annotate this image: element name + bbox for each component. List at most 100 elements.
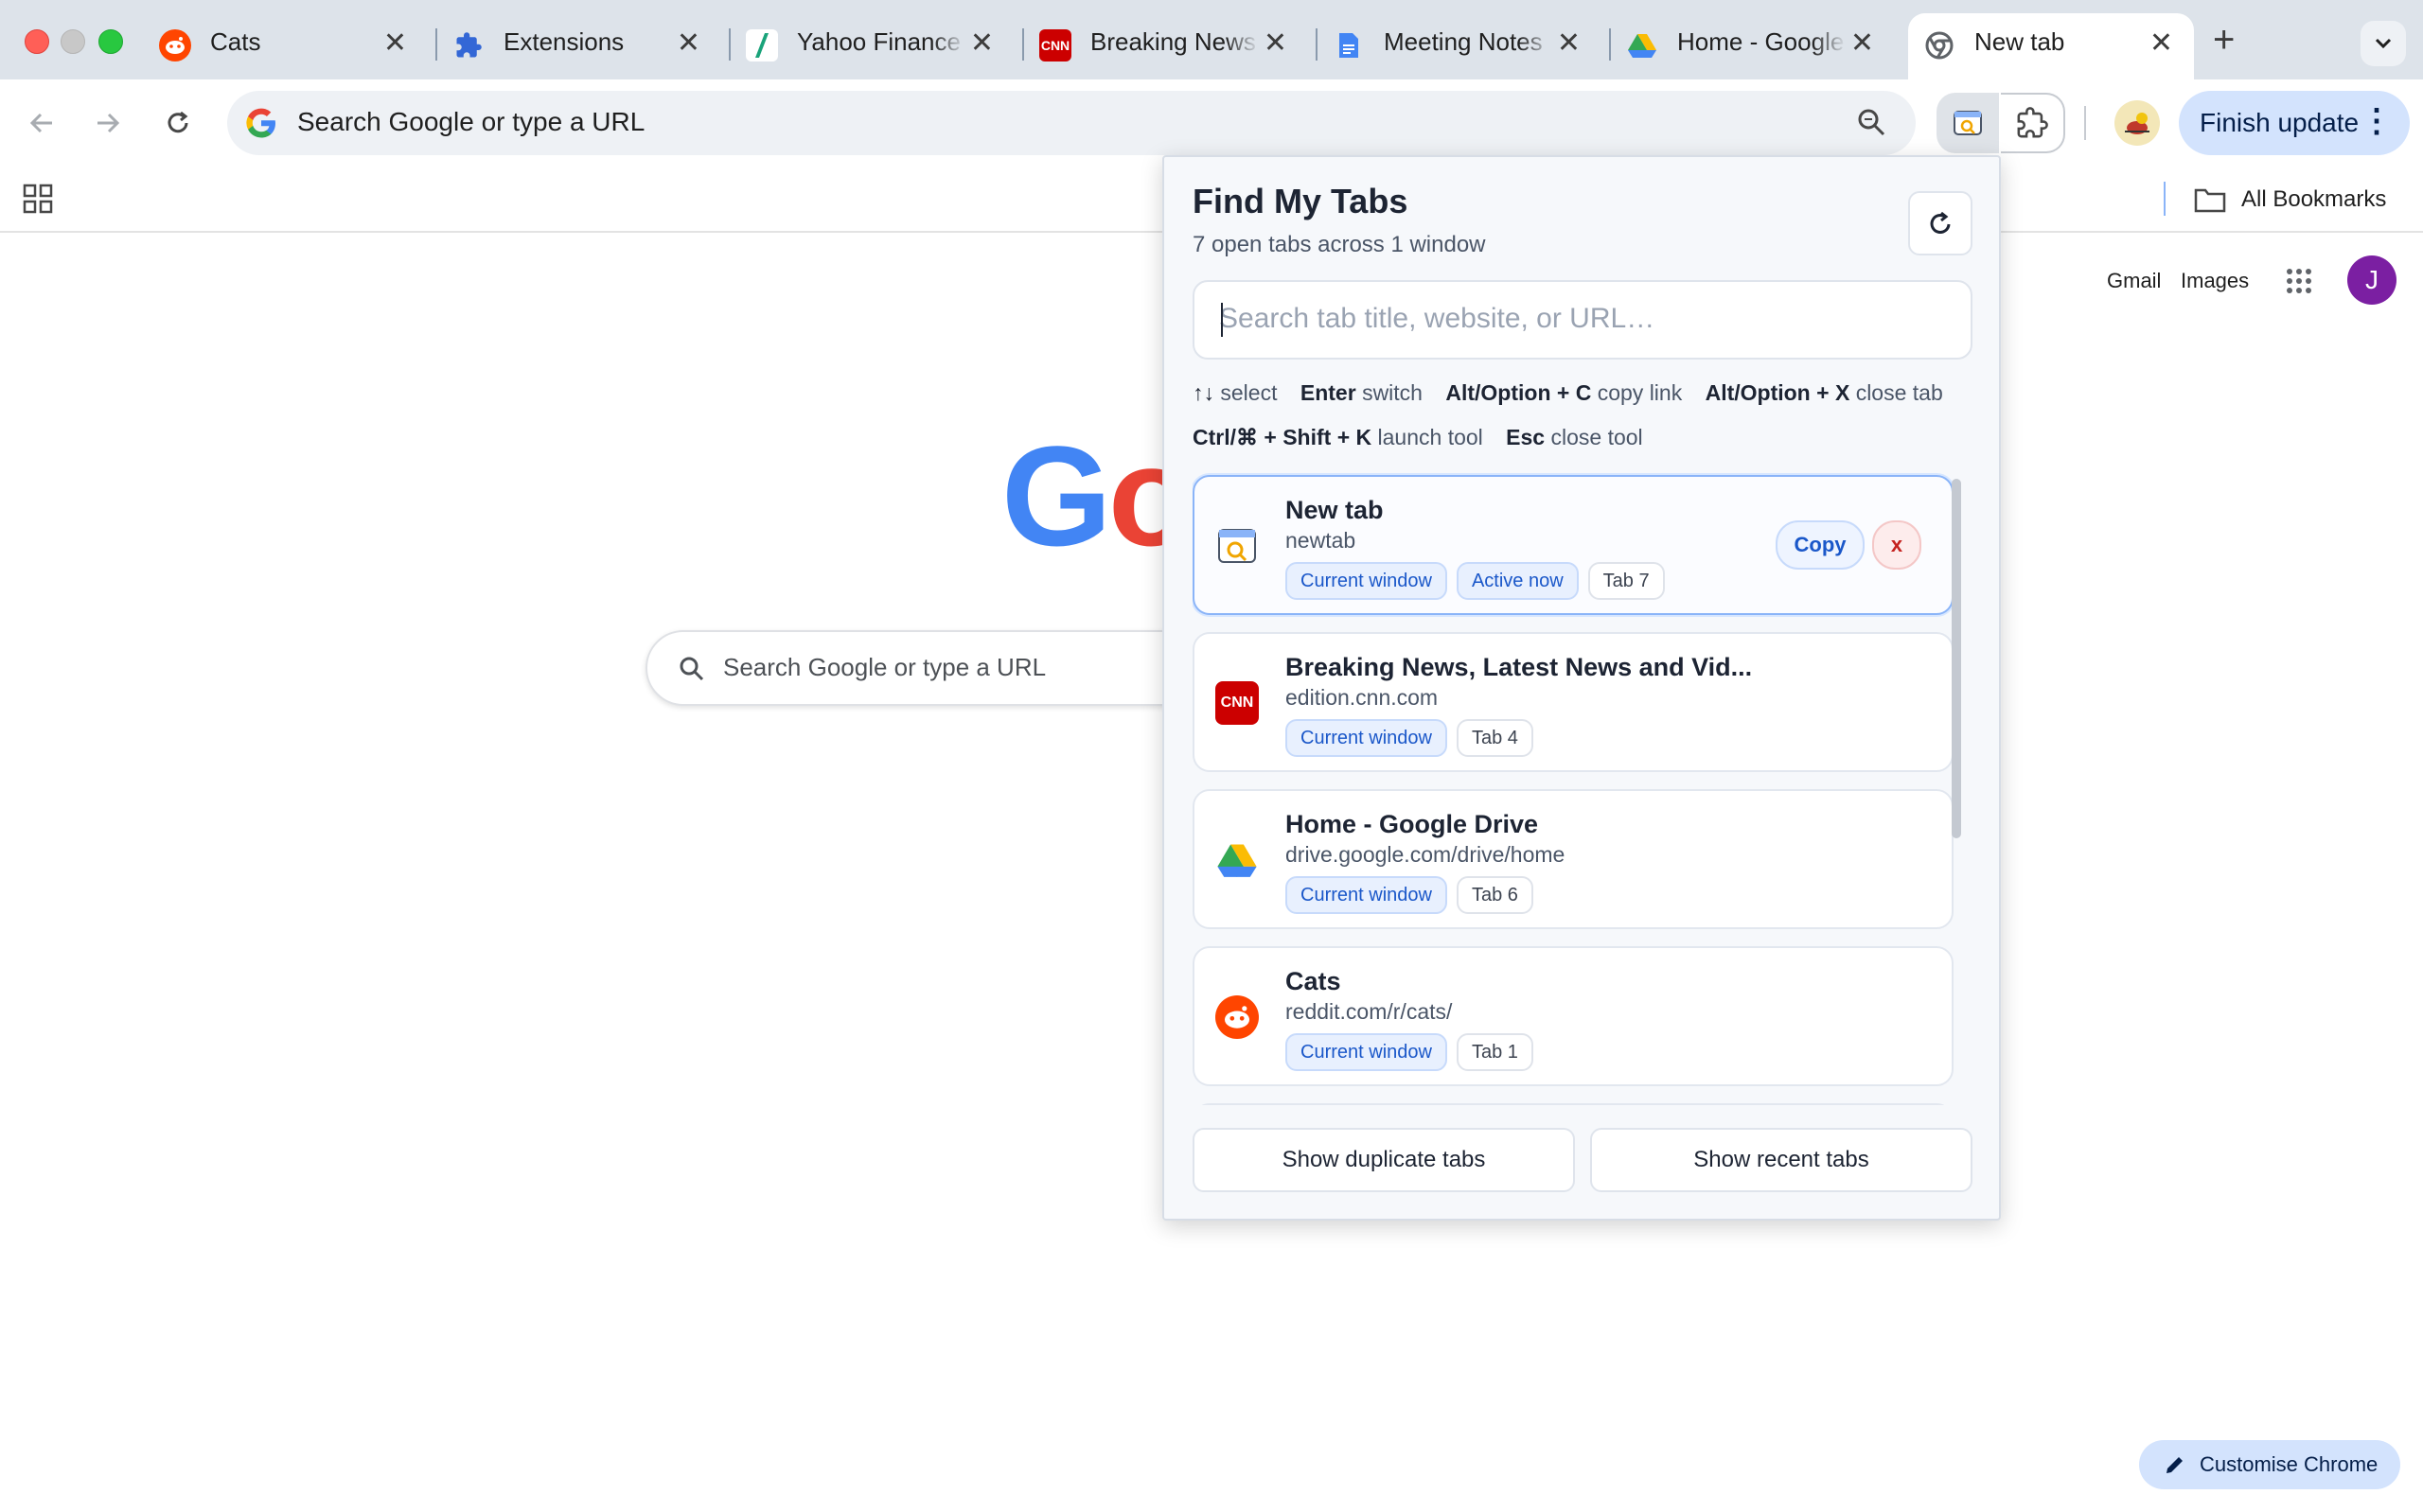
hint-desc: copy link (1597, 380, 1683, 405)
tab-close-icon[interactable]: ✕ (1557, 26, 1581, 61)
arrow-left-icon (29, 113, 52, 133)
cnn-icon: CNN (1215, 681, 1259, 725)
tab-search-input[interactable] (1217, 295, 1940, 343)
gmail-link[interactable]: Gmail (2107, 269, 2161, 293)
tab-title: Cats (210, 27, 261, 56)
tab-result-url: newtab (1285, 528, 1356, 553)
all-bookmarks-button[interactable]: All Bookmarks (2194, 178, 2386, 221)
find-my-tabs-icon (1954, 111, 1982, 135)
tab-result-url: reddit.com/r/cats/ (1285, 999, 1453, 1024)
text-caret (1221, 303, 1223, 337)
tab-search-button[interactable] (2361, 21, 2406, 66)
tab-result-title: Breaking News, Latest News and Vid... (1285, 653, 1753, 681)
tab-title: Home - Google (1677, 27, 1845, 56)
results-scrollbar[interactable] (1952, 479, 1961, 838)
forward-button[interactable] (85, 100, 131, 146)
tab-title: Meeting Notes (1384, 27, 1543, 56)
tab-results-list: New tab newtab Current window Active now… (1193, 473, 1957, 1105)
find-my-tabs-extension-button[interactable] (1937, 93, 1999, 153)
avatar[interactable]: J (2347, 255, 2396, 305)
show-duplicate-tabs-button[interactable]: Show duplicate tabs (1193, 1128, 1575, 1192)
show-recent-tabs-button[interactable]: Show recent tabs (1590, 1128, 1972, 1192)
tab-yahoo-finance[interactable]: Yahoo Finance ✕ (731, 13, 1015, 79)
finish-update-button[interactable]: Finish update ⋮ (2179, 91, 2410, 155)
tab-close-icon[interactable]: ✕ (383, 26, 407, 61)
extensions-button[interactable] (2001, 93, 2065, 153)
hint-key: Alt/Option + X (1705, 380, 1850, 405)
refresh-icon (1930, 211, 1951, 234)
refresh-button[interactable] (1908, 191, 1972, 255)
newtab-search-icon (1215, 524, 1259, 568)
hint-key: ↑↓ (1193, 380, 1214, 405)
search-icon (680, 657, 704, 681)
back-button[interactable] (19, 100, 64, 146)
hint-desc: close tab (1855, 380, 1943, 405)
tab-extensions[interactable]: Extensions ✕ (437, 13, 721, 79)
google-apps-icon[interactable] (2285, 267, 2313, 295)
customise-chrome-label: Customise Chrome (2200, 1452, 2379, 1476)
google-g-icon (246, 108, 275, 138)
tab-title: Yahoo Finance (797, 27, 961, 56)
current-window-badge: Current window (1285, 876, 1447, 914)
tab-search-field[interactable] (1193, 280, 1972, 360)
close-window-button[interactable] (25, 29, 49, 54)
profile-extension-button[interactable] (2114, 100, 2160, 146)
reload-button[interactable] (155, 100, 201, 146)
reddit-icon (159, 29, 191, 62)
hint-desc: select (1220, 380, 1278, 405)
tab-new-tab[interactable]: New tab ✕ (1908, 13, 2194, 79)
keyboard-hints-row1: ↑↓ select Enter switch Alt/Option + C co… (1193, 380, 1988, 406)
google-drive-icon (1215, 838, 1259, 882)
yahoo-finance-icon (746, 29, 778, 62)
images-link[interactable]: Images (2181, 269, 2249, 293)
pet-icon (2125, 113, 2149, 134)
tab-google-drive[interactable]: Home - Google ✕ (1611, 13, 1895, 79)
current-window-badge: Current window (1285, 1033, 1447, 1071)
puzzle-icon (452, 29, 485, 62)
minimize-window-button[interactable] (61, 29, 85, 54)
reddit-icon (1215, 995, 1259, 1039)
hint-desc: switch (1362, 380, 1423, 405)
tab-close-icon[interactable]: ✕ (2149, 26, 2173, 61)
puzzle-icon (2017, 107, 2048, 138)
tab-result-item[interactable]: Cats reddit.com/r/cats/ Current window T… (1193, 946, 1954, 1086)
tab-close-icon[interactable]: ✕ (1850, 26, 1874, 61)
tab-meeting-notes[interactable]: Meeting Notes ✕ (1318, 13, 1601, 79)
popup-title: Find My Tabs (1193, 182, 1408, 220)
customise-chrome-button[interactable]: Customise Chrome (2139, 1440, 2400, 1489)
tab-close-icon[interactable]: ✕ (1264, 26, 1287, 61)
tab-result-item[interactable]: Home - Google Drive drive.google.com/dri… (1193, 789, 1954, 929)
reload-icon (168, 111, 188, 133)
tab-result-title: Cats (1285, 967, 1341, 995)
tab-result-url: drive.google.com/drive/home (1285, 842, 1565, 867)
folder-icon (2194, 188, 2226, 213)
apps-grid-icon[interactable] (23, 184, 53, 214)
tab-result-title: New tab (1285, 496, 1384, 524)
zoom-icon[interactable] (1853, 104, 1891, 142)
copy-link-button[interactable]: Copy (1776, 520, 1865, 570)
tab-strip: Cats ✕ Extensions ✕ Yahoo Finance ✕ CNN … (0, 0, 2423, 79)
ntp-search-placeholder: Search Google or type a URL (723, 653, 1047, 681)
tab-result-item[interactable]: New tab newtab Current window Active now… (1193, 475, 1954, 615)
tab-result-item[interactable] (1193, 1103, 1954, 1105)
cnn-icon: CNN (1039, 29, 1071, 62)
tab-result-item[interactable]: CNN Breaking News, Latest News and Vid..… (1193, 632, 1954, 772)
tab-breaking-news[interactable]: CNN Breaking News ✕ (1024, 13, 1308, 79)
chrome-icon (1923, 29, 1955, 62)
bookmarks-divider (2164, 182, 2166, 216)
hint-key: Esc (1506, 425, 1546, 449)
omnibox-text: Search Google or type a URL (297, 107, 646, 136)
tab-cats[interactable]: Cats ✕ (144, 13, 428, 79)
tab-close-icon[interactable]: ✕ (677, 26, 700, 61)
new-tab-button[interactable]: + (2213, 19, 2235, 62)
arrow-right-icon (97, 113, 120, 133)
omnibox[interactable]: Search Google or type a URL (227, 91, 1916, 155)
tab-result-title: Home - Google Drive (1285, 810, 1539, 838)
more-vertical-icon[interactable]: ⋮ (2361, 102, 2393, 140)
close-tab-button[interactable]: x (1872, 520, 1921, 570)
tab-close-icon[interactable]: ✕ (970, 26, 994, 61)
zoom-window-button[interactable] (98, 29, 123, 54)
chevron-down-icon (2375, 38, 2392, 49)
hint-desc: close tool (1550, 425, 1643, 449)
current-window-badge: Current window (1285, 562, 1447, 600)
